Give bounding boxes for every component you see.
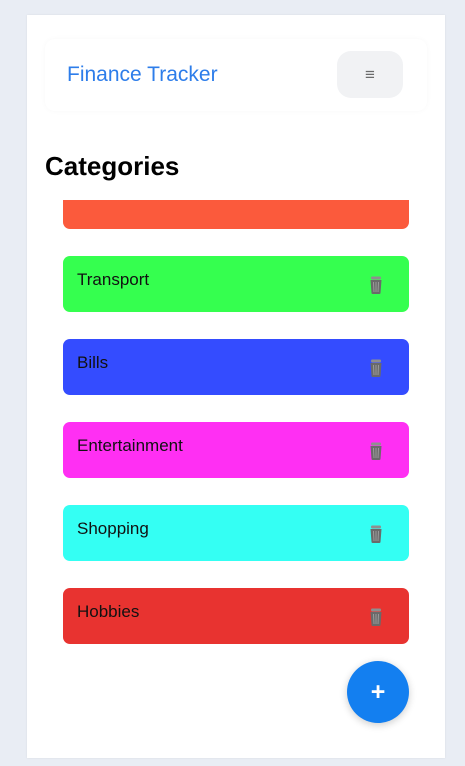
app-title: Finance Tracker: [67, 63, 218, 86]
app-card: Finance Tracker ≡ Categories Transport B…: [27, 15, 445, 758]
trash-icon: [370, 276, 382, 294]
category-label: Shopping: [77, 519, 149, 538]
page-title: Categories: [45, 151, 180, 181]
category-label: Entertainment: [77, 436, 183, 455]
category-item-shopping[interactable]: Shopping: [63, 505, 409, 561]
delete-category-button[interactable]: [365, 606, 387, 628]
trash-icon: [370, 442, 382, 460]
category-item-entertainment[interactable]: Entertainment: [63, 422, 409, 478]
category-item-hobbies[interactable]: Hobbies: [63, 588, 409, 644]
delete-category-button[interactable]: [365, 523, 387, 545]
trash-icon: [370, 525, 382, 543]
hamburger-menu-icon: ≡: [365, 65, 375, 84]
category-label: Bills: [77, 353, 109, 372]
delete-category-button[interactable]: [365, 440, 387, 462]
category-item-transport[interactable]: Transport: [63, 256, 409, 312]
delete-category-button[interactable]: [365, 274, 387, 296]
delete-category-button[interactable]: [365, 357, 387, 379]
trash-icon: [370, 359, 382, 377]
add-category-button[interactable]: +: [347, 661, 409, 723]
category-label: Transport: [77, 270, 150, 289]
category-item[interactable]: [63, 200, 409, 229]
category-list: Transport Bills Entertainment Shopping H…: [27, 200, 445, 730]
plus-icon: +: [370, 677, 386, 706]
app-header: Finance Tracker ≡: [45, 39, 427, 111]
menu-button[interactable]: ≡: [337, 51, 403, 98]
category-label: Hobbies: [77, 602, 140, 621]
category-item-bills[interactable]: Bills: [63, 339, 409, 395]
trash-icon: [370, 608, 382, 626]
